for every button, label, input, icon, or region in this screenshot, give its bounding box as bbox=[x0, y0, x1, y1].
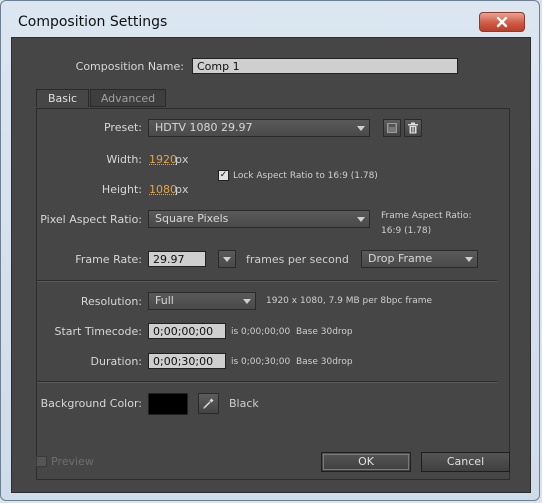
chevron-down-icon bbox=[357, 126, 365, 131]
height-unit: px bbox=[175, 183, 189, 196]
resolution-label: Resolution: bbox=[80, 295, 142, 308]
pixel-aspect-label: Pixel Aspect Ratio: bbox=[40, 213, 142, 226]
eyedropper-button[interactable] bbox=[198, 393, 219, 414]
frame-rate-label: Frame Rate: bbox=[75, 253, 142, 266]
delete-preset-button[interactable] bbox=[404, 119, 422, 137]
duration-input[interactable]: 0;00;30;00 bbox=[148, 353, 226, 369]
resolution-info: 1920 x 1080, 7.9 MB per 8bpc frame bbox=[266, 296, 433, 306]
duration-label: Duration: bbox=[90, 355, 142, 368]
resolution-value: Full bbox=[155, 294, 174, 307]
start-timecode-info: is 0;00;00;00 Base 30drop bbox=[231, 327, 353, 337]
chevron-down-icon bbox=[465, 257, 473, 262]
start-timecode-input[interactable]: 0;00;00;00 bbox=[148, 323, 226, 339]
tab-advanced[interactable]: Advanced bbox=[90, 89, 166, 107]
width-unit: px bbox=[175, 153, 189, 166]
lock-aspect-checkbox[interactable]: ✓ bbox=[218, 170, 229, 181]
chevron-down-icon bbox=[223, 257, 231, 262]
window-title: Composition Settings bbox=[18, 14, 168, 30]
chevron-down-icon bbox=[357, 217, 365, 222]
cancel-button[interactable]: Cancel bbox=[421, 452, 510, 472]
drop-frame-dropdown[interactable]: Drop Frame bbox=[361, 250, 478, 268]
close-icon bbox=[496, 16, 508, 28]
duration-is: is 0;00;30;00 bbox=[231, 357, 291, 367]
divider bbox=[37, 381, 497, 383]
duration-info: is 0;00;30;00 Base 30drop bbox=[231, 357, 353, 367]
frame-rate-presets-dropdown[interactable] bbox=[218, 250, 236, 268]
frame-aspect-label: Frame Aspect Ratio: bbox=[381, 211, 472, 221]
pixel-aspect-dropdown[interactable]: Square Pixels bbox=[148, 210, 370, 228]
pixel-aspect-value: Square Pixels bbox=[155, 212, 229, 225]
tab-basic[interactable]: Basic bbox=[36, 89, 89, 107]
start-timecode-base: Base 30drop bbox=[295, 327, 353, 337]
frame-aspect-value: 16:9 (1.78) bbox=[381, 226, 432, 236]
composition-settings-window: Composition Settings Composition Name: C… bbox=[0, 0, 540, 501]
trash-icon bbox=[408, 122, 418, 134]
width-value[interactable]: 1920 bbox=[149, 153, 177, 166]
divider bbox=[37, 280, 497, 282]
preview-checkbox[interactable] bbox=[36, 456, 47, 467]
background-color-label: Background Color: bbox=[40, 397, 142, 410]
resolution-dropdown[interactable]: Full bbox=[148, 292, 256, 310]
start-timecode-label: Start Timecode: bbox=[54, 325, 142, 338]
ok-button[interactable]: OK bbox=[321, 452, 411, 472]
frame-rate-unit: frames per second bbox=[246, 253, 349, 266]
comp-name-label: Composition Name: bbox=[75, 60, 184, 73]
duration-base: Base 30drop bbox=[295, 357, 353, 367]
save-preset-icon bbox=[387, 123, 397, 133]
width-label: Width: bbox=[106, 153, 142, 166]
drop-frame-value: Drop Frame bbox=[368, 252, 433, 265]
dialog-body: Composition Name: Comp 1 Basic Advanced … bbox=[11, 37, 531, 493]
background-color-name: Black bbox=[229, 397, 259, 410]
close-button[interactable] bbox=[479, 12, 525, 32]
chevron-down-icon bbox=[243, 299, 251, 304]
height-label: Height: bbox=[101, 183, 142, 196]
save-preset-button[interactable] bbox=[383, 119, 401, 137]
preview-label: Preview bbox=[51, 455, 94, 468]
eyedropper-icon bbox=[202, 398, 214, 410]
preset-dropdown[interactable]: HDTV 1080 29.97 bbox=[148, 119, 370, 137]
frame-rate-input[interactable]: 29.97 bbox=[148, 251, 206, 267]
height-value[interactable]: 1080 bbox=[149, 183, 177, 196]
preset-label: Preset: bbox=[103, 121, 142, 134]
preset-value: HDTV 1080 29.97 bbox=[155, 121, 253, 134]
comp-name-input[interactable]: Comp 1 bbox=[192, 58, 458, 74]
lock-aspect-label: Lock Aspect Ratio to 16:9 (1.78) bbox=[233, 171, 378, 181]
background-color-swatch[interactable] bbox=[148, 393, 188, 415]
start-timecode-is: is 0;00;00;00 bbox=[231, 327, 291, 337]
